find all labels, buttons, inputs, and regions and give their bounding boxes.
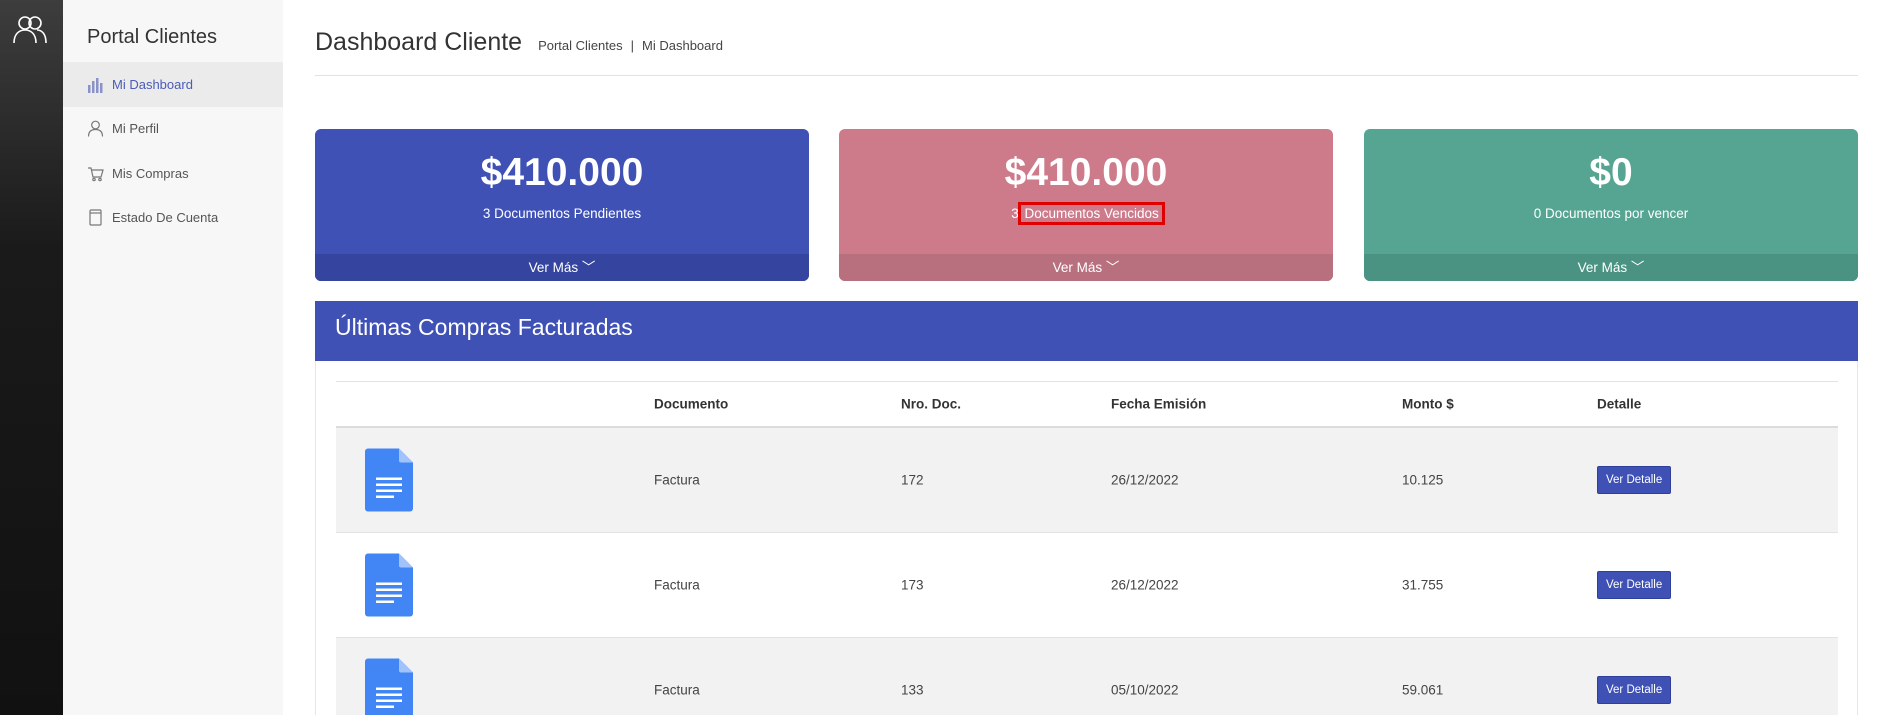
table-row: Factura 172 26/12/2022 10.125 Ver Detall…: [336, 428, 1838, 533]
cart-icon: [88, 167, 104, 182]
ver-detalle-button[interactable]: Ver Detalle: [1597, 466, 1672, 494]
icon-bar: [0, 0, 63, 715]
document-icon: [89, 209, 102, 226]
card-amount: $0: [1589, 151, 1633, 194]
summary-card-vencidos: $410.000 3 Documentos Vencidos Ver Más ﹀: [839, 129, 1333, 281]
breadcrumb-separator: |: [630, 38, 635, 53]
ver-detalle-button[interactable]: Ver Detalle: [1597, 676, 1672, 704]
cell-fecha-emision: 05/10/2022: [1111, 682, 1179, 698]
sidebar-item-label: Mi Dashboard: [112, 76, 193, 92]
main-content: Dashboard Cliente Portal Clientes | Mi D…: [315, 0, 1858, 715]
table-row: Factura 173 26/12/2022 31.755 Ver Detall…: [336, 533, 1838, 638]
sidebar-item-estado-de-cuenta[interactable]: Estado De Cuenta: [63, 196, 283, 241]
user-icon: [87, 120, 104, 137]
cell-fecha-emision: 26/12/2022: [1111, 577, 1179, 593]
breadcrumb-mi-dashboard: Mi Dashboard: [642, 38, 723, 53]
sidebar-item-label: Mi Perfil: [112, 121, 159, 137]
cell-documento: Factura: [654, 577, 700, 593]
cell-monto: 59.061: [1402, 682, 1444, 698]
column-header-fecha-emision: Fecha Emisión: [1111, 396, 1207, 412]
sidebar-item-mi-perfil[interactable]: Mi Perfil: [63, 107, 283, 152]
file-document-icon: [365, 448, 413, 512]
cell-fecha-emision: 26/12/2022: [1111, 472, 1179, 488]
card-description: 3 Documentos Vencidos: [839, 202, 1333, 225]
table-row: Factura 133 05/10/2022 59.061 Ver Detall…: [336, 638, 1838, 715]
sidebar: Portal Clientes Mi Dashboard Mi Perfil M…: [63, 0, 283, 715]
sidebar-item-label: Estado De Cuenta: [112, 210, 219, 226]
users-icon[interactable]: [13, 14, 47, 44]
summary-card-por-vencer: $0 0 Documentos por vencer Ver Más ﹀: [1364, 129, 1858, 281]
card-amount: $410.000: [1004, 151, 1168, 194]
column-header-nro-doc: Nro. Doc.: [901, 396, 962, 412]
cell-monto: 10.125: [1402, 472, 1444, 488]
column-header-monto: Monto $: [1402, 396, 1454, 412]
cell-detalle: Ver Detalle: [1597, 466, 1672, 494]
sidebar-item-label: Mis Compras: [112, 165, 189, 181]
file-document-icon: [365, 553, 413, 617]
bar-chart-icon: [88, 77, 103, 93]
cell-nro-doc: 133: [901, 682, 924, 698]
cell-nro-doc: 172: [901, 472, 924, 488]
sidebar-nav: Mi Dashboard Mi Perfil Mis Compras Estad…: [63, 62, 283, 240]
breadcrumb-portal-clientes[interactable]: Portal Clientes: [538, 38, 623, 53]
sidebar-item-mi-dashboard[interactable]: Mi Dashboard: [63, 62, 283, 107]
ver-detalle-button[interactable]: Ver Detalle: [1597, 571, 1672, 599]
card-description: 3 Documentos Pendientes: [482, 206, 642, 221]
sidebar-brand: Portal Clientes: [87, 26, 218, 48]
cell-detalle: Ver Detalle: [1597, 571, 1672, 599]
ver-mas-button[interactable]: Ver Más ﹀: [1364, 254, 1858, 281]
cell-nro-doc: 173: [901, 577, 924, 593]
summary-card-pendientes: $410.000 3 Documentos Pendientes Ver Más…: [315, 129, 809, 281]
purchases-table: Documento Nro. Doc. Fecha Emisión Monto …: [336, 381, 1838, 715]
card-description-highlighted: Documentos Vencidos: [1018, 202, 1165, 225]
panel-title: Últimas Compras Facturadas: [315, 301, 1858, 361]
file-document-icon: [365, 658, 413, 715]
cell-documento: Factura: [654, 682, 700, 698]
card-description-count: 3: [1011, 206, 1019, 221]
ver-mas-button[interactable]: Ver Más ﹀: [315, 254, 809, 281]
card-description: 0 Documentos por vencer: [1533, 206, 1689, 221]
column-header-detalle: Detalle: [1597, 396, 1642, 412]
sidebar-item-mis-compras[interactable]: Mis Compras: [63, 151, 283, 196]
ver-mas-button[interactable]: Ver Más ﹀: [839, 254, 1333, 281]
header-divider: [315, 75, 1858, 76]
table-header: Documento Nro. Doc. Fecha Emisión Monto …: [336, 381, 1838, 428]
page-header: Dashboard Cliente Portal Clientes | Mi D…: [315, 28, 723, 57]
panel-body: Documento Nro. Doc. Fecha Emisión Monto …: [315, 361, 1858, 715]
page-title: Dashboard Cliente: [315, 28, 523, 56]
cell-monto: 31.755: [1402, 577, 1444, 593]
cell-documento: Factura: [654, 472, 700, 488]
column-header-documento: Documento: [654, 396, 729, 412]
card-amount: $410.000: [480, 151, 644, 194]
cell-detalle: Ver Detalle: [1597, 676, 1672, 704]
